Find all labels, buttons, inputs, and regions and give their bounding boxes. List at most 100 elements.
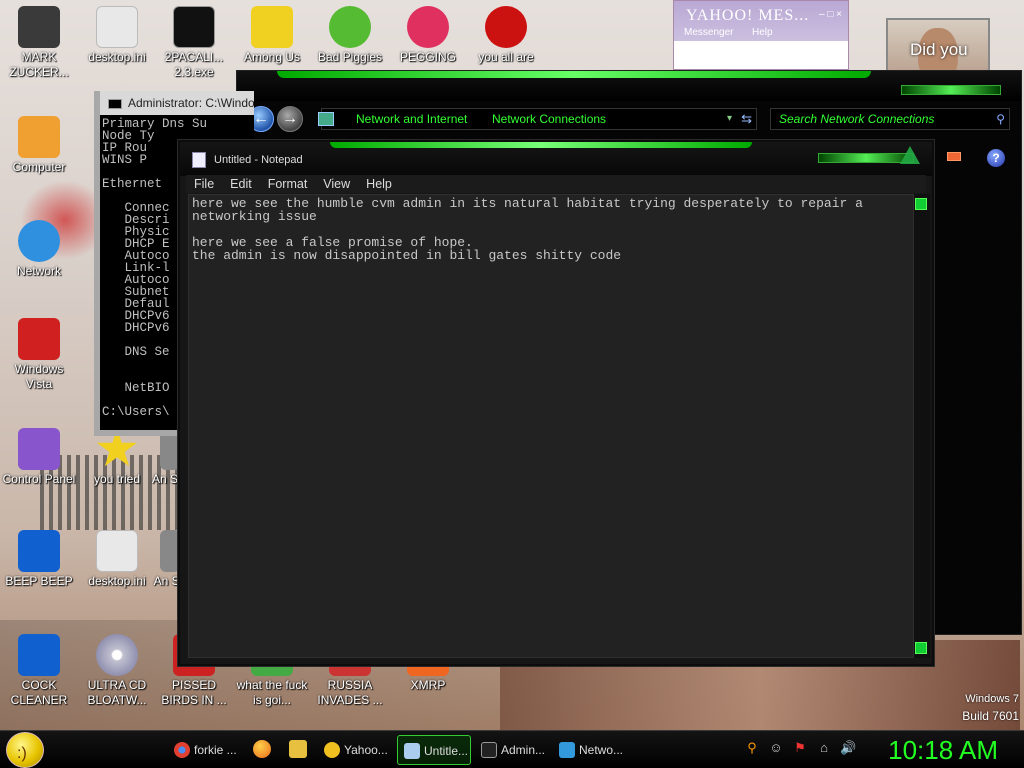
among-us-icon (251, 6, 293, 48)
search-tray-icon[interactable]: ⚲ (744, 739, 760, 757)
notepad-window[interactable]: Untitled - Notepad File Edit Format View Hel… (178, 140, 934, 666)
menu-format[interactable]: Format (260, 175, 316, 193)
recycle-bin-icon (18, 318, 60, 360)
system-tray: ⚲ ☺ ⚑ ⌂ 🔊 (744, 739, 864, 761)
photo-caption: Did you (910, 40, 968, 59)
shortcut-icon (160, 530, 180, 572)
computer-icon (18, 116, 60, 158)
desktop-icon-desktop-ini-2[interactable]: desktop.ini (78, 530, 156, 589)
menu-view[interactable]: View (315, 175, 358, 193)
action-center-icon[interactable]: ⚑ (792, 739, 808, 757)
desktop-icon-ultra-cd[interactable]: ULTRA CD BLOATW... (78, 634, 156, 708)
notepad-titlebar[interactable]: Untitled - Notepad (180, 142, 932, 176)
devcpp-icon (485, 6, 527, 48)
menu-file[interactable]: File (186, 175, 222, 193)
desktop-icon-pegging[interactable]: PEGGING (389, 6, 467, 65)
notepad-text-area[interactable]: here we see the humble cvm admin in its … (188, 194, 914, 658)
chevron-down-icon[interactable]: ▾ (727, 109, 732, 129)
search-placeholder: Search Network Connections (779, 112, 935, 126)
network-globe-icon (18, 220, 60, 262)
desktop-icon-you-tried[interactable]: you tried (78, 428, 156, 487)
yahoo-menu-help[interactable]: Help (752, 27, 773, 38)
figure-icon (18, 6, 60, 48)
cmd-icon (108, 98, 122, 109)
breadcrumb-network-and-internet[interactable]: Network and Internet (356, 109, 467, 129)
notepad-text[interactable]: here we see the humble cvm admin in its … (189, 195, 913, 264)
yahoo-body (674, 41, 848, 69)
taskbar: :) forkie ... Yahoo... Untitle... Admin.… (0, 730, 1024, 768)
help-button[interactable]: ? (987, 149, 1005, 167)
scroll-up-button[interactable] (915, 198, 927, 210)
notepad-icon (404, 743, 420, 759)
triangle-ornament-icon (900, 146, 920, 164)
messenger-tray-icon[interactable]: ☺ (768, 739, 784, 757)
notepad-menubar: File Edit Format View Help (186, 175, 926, 193)
notepad-icon (192, 152, 206, 168)
taskbar-clock[interactable]: 10:18 AM (888, 733, 998, 767)
smiley-icon: :) (17, 745, 27, 762)
desktop-icon-cock-cleaner[interactable]: COCK CLEANER (0, 634, 78, 708)
blue-panel-icon (18, 634, 60, 676)
taskbar-button-cmd[interactable]: Admin... (475, 735, 549, 765)
forward-arrow-icon: → (282, 110, 298, 127)
desktop-icon-computer[interactable]: Computer (0, 116, 78, 175)
forward-button[interactable]: → (277, 106, 303, 132)
cmd-titlebar[interactable]: Administrator: C:\Windo (100, 91, 254, 115)
taskbar-button-yahoo[interactable]: Yahoo... (318, 735, 392, 765)
taskbar-button-network[interactable]: Netwo... (553, 735, 627, 765)
firefox-icon[interactable] (253, 740, 271, 758)
desktop-icon-beep-beep[interactable]: BEEP BEEP (0, 530, 78, 589)
watermark-build: Build 7601 (962, 709, 1019, 723)
address-bar[interactable]: Network and Internet Network Connections… (318, 108, 757, 130)
change-view-button[interactable] (947, 152, 961, 161)
desktop-icon-desktop-ini[interactable]: desktop.ini (78, 6, 156, 65)
yahoo-smiley-icon (324, 742, 340, 758)
terminal-icon (173, 6, 215, 48)
yahoo-menu-messenger[interactable]: Messenger (684, 27, 733, 38)
desktop-icon-network[interactable]: Network (0, 220, 78, 279)
scroll-down-button[interactable] (915, 642, 927, 654)
volume-icon[interactable]: 🔊 (840, 739, 856, 757)
control-panel-icon (318, 112, 334, 126)
vertical-scrollbar[interactable] (914, 194, 930, 658)
desktop-icon-mark-zucker[interactable]: MARK ZUCKER... (0, 6, 78, 80)
titlebar-glow (330, 142, 752, 148)
explorer-titlebar[interactable] (237, 71, 1021, 101)
refresh-icon[interactable]: ⇆ (741, 109, 752, 129)
notepad-title: Untitled - Notepad (214, 154, 303, 166)
pig-icon (329, 6, 371, 48)
blue-panel-icon (18, 530, 60, 572)
start-button[interactable]: :) (6, 732, 44, 768)
yahoo-messenger-window[interactable]: YAHOO! MES... – □ × Messenger Help (673, 0, 849, 70)
cd-icon (96, 634, 138, 676)
breadcrumb-network-connections[interactable]: Network Connections (492, 109, 606, 129)
yahoo-title: YAHOO! MES... (686, 7, 810, 24)
cmd-title: Administrator: C:\Windo (128, 96, 254, 110)
search-input[interactable]: Search Network Connections ⚲ (770, 108, 1010, 130)
desktop-icon-windows-vista[interactable]: Windows Vista (0, 318, 78, 392)
taskbar-button-chrome[interactable]: forkie ... (168, 735, 242, 765)
window-controls[interactable] (901, 85, 1001, 95)
folder-icon[interactable] (289, 740, 307, 758)
desktop-icon-control-panel[interactable]: Control Panel (0, 428, 78, 487)
network-tray-icon[interactable]: ⌂ (816, 739, 832, 757)
control-panel-icon (18, 428, 60, 470)
desktop-icon-2pacali[interactable]: 2PACALI... 2.3.exe (155, 6, 233, 80)
network-connections-icon (559, 742, 575, 758)
taskbar-button-notepad[interactable]: Untitle... (397, 735, 471, 765)
file-icon (96, 6, 138, 48)
desktop-icon-you-all-are[interactable]: you all are (467, 6, 545, 65)
p-logo-icon (407, 6, 449, 48)
menu-help[interactable]: Help (358, 175, 400, 193)
desktop-icon-bad-piggies[interactable]: Bad Piggies (311, 6, 389, 65)
windows-version-watermark: Windows 7 Build 7601 (962, 693, 1019, 723)
titlebar-glow (277, 71, 871, 78)
desktop-icon-among-us[interactable]: Among Us (233, 6, 311, 65)
watermark-os: Windows 7 (965, 693, 1019, 705)
explorer-navbar: ← → Network and Internet Network Connect… (237, 101, 1021, 137)
yahoo-window-controls[interactable]: – □ × (819, 9, 842, 20)
search-icon[interactable]: ⚲ (996, 109, 1005, 129)
file-icon (96, 530, 138, 572)
menu-edit[interactable]: Edit (222, 175, 260, 193)
chrome-icon (174, 742, 190, 758)
